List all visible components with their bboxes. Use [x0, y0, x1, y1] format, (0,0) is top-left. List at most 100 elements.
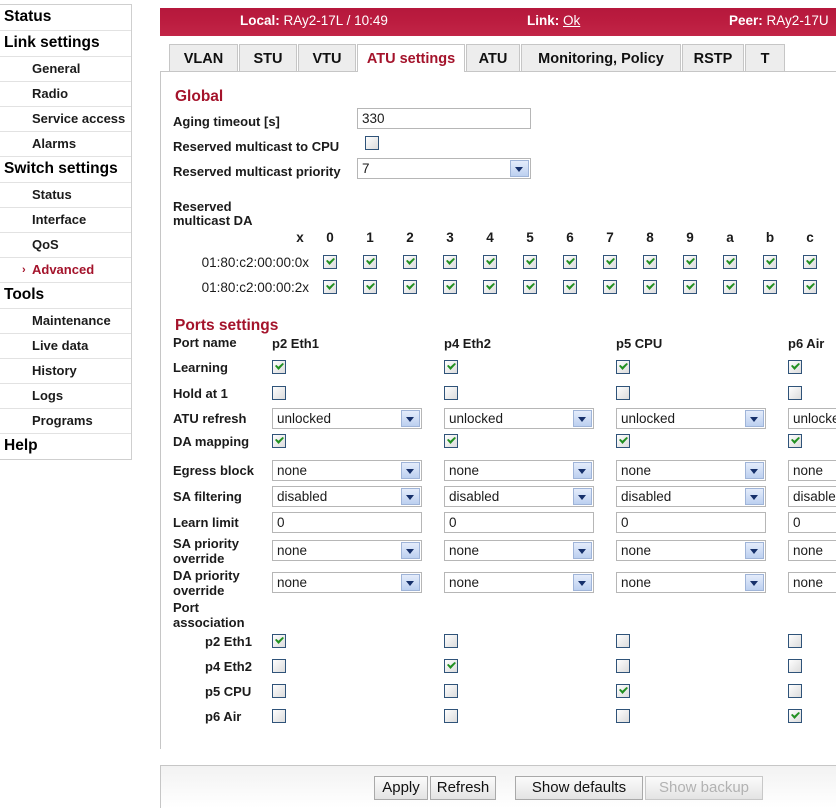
sidebar-item-history[interactable]: History — [0, 359, 131, 384]
link-status-value[interactable]: Ok — [563, 13, 580, 28]
sidebar-item-maintenance[interactable]: Maintenance — [0, 309, 131, 334]
tab-atu[interactable]: ATU — [466, 44, 520, 71]
port-association-checkbox-p5-cpu[interactable] — [616, 684, 630, 698]
da-checkbox[interactable] — [403, 255, 417, 269]
da-checkbox[interactable] — [363, 280, 377, 294]
da-checkbox[interactable] — [523, 255, 537, 269]
learn-limit-input-p2-eth1[interactable]: 0 — [272, 512, 422, 533]
learning-checkbox-p6-air[interactable] — [788, 360, 802, 374]
da-checkbox[interactable] — [643, 255, 657, 269]
egress-block-select-p5-cpu[interactable]: none — [616, 460, 766, 481]
reserved-multicast-cpu-checkbox[interactable] — [365, 136, 379, 150]
sidebar-item-live-data[interactable]: Live data — [0, 334, 131, 359]
sidebar-item-interface[interactable]: Interface — [0, 208, 131, 233]
sidebar-item-general[interactable]: General — [0, 57, 131, 82]
da-checkbox[interactable] — [603, 280, 617, 294]
da-mapping-checkbox-p4-eth2[interactable] — [444, 434, 458, 448]
da-checkbox[interactable] — [643, 280, 657, 294]
learn-limit-input-p6-air[interactable]: 0 — [788, 512, 836, 533]
hold-at-1-checkbox-p6-air[interactable] — [788, 386, 802, 400]
sidebar-item-switch-settings[interactable]: Switch settings — [0, 157, 131, 183]
sidebar-item-service-access[interactable]: Service access — [0, 107, 131, 132]
da-checkbox[interactable] — [323, 280, 337, 294]
port-association-checkbox-p2-eth1[interactable] — [272, 659, 286, 673]
sidebar-item-alarms[interactable]: Alarms — [0, 132, 131, 157]
da-checkbox[interactable] — [683, 255, 697, 269]
tab-vtu[interactable]: VTU — [298, 44, 356, 71]
hold-at-1-checkbox-p4-eth2[interactable] — [444, 386, 458, 400]
atu-refresh-select-p6-air[interactable]: unlocked — [788, 408, 836, 429]
da-checkbox[interactable] — [443, 280, 457, 294]
sidebar-item-programs[interactable]: Programs — [0, 409, 131, 434]
sidebar-item-advanced[interactable]: › Advanced — [0, 258, 131, 283]
atu-refresh-select-p4-eth2[interactable]: unlocked — [444, 408, 594, 429]
sa-filtering-select-p2-eth1[interactable]: disabled — [272, 486, 422, 507]
learn-limit-input-p5-cpu[interactable]: 0 — [616, 512, 766, 533]
da-checkbox[interactable] — [723, 255, 737, 269]
da-checkbox[interactable] — [403, 280, 417, 294]
da-checkbox[interactable] — [803, 255, 817, 269]
da-checkbox[interactable] — [443, 255, 457, 269]
tab-monitoring-policy[interactable]: Monitoring, Policy — [521, 44, 681, 71]
da-mapping-checkbox-p2-eth1[interactable] — [272, 434, 286, 448]
sa-priority-override-select-p6-air[interactable]: none — [788, 540, 836, 561]
da-priority-override-select-p6-air[interactable]: none — [788, 572, 836, 593]
da-checkbox[interactable] — [483, 280, 497, 294]
port-association-checkbox-p5-cpu[interactable] — [616, 709, 630, 723]
da-checkbox[interactable] — [723, 280, 737, 294]
da-checkbox[interactable] — [563, 280, 577, 294]
tab-t[interactable]: T — [745, 44, 785, 71]
egress-block-select-p2-eth1[interactable]: none — [272, 460, 422, 481]
sidebar-item-link-settings[interactable]: Link settings — [0, 31, 131, 57]
da-checkbox[interactable] — [803, 280, 817, 294]
sidebar-item-radio[interactable]: Radio — [0, 82, 131, 107]
port-association-checkbox-p5-cpu[interactable] — [616, 659, 630, 673]
port-association-checkbox-p4-eth2[interactable] — [444, 709, 458, 723]
da-checkbox[interactable] — [763, 255, 777, 269]
tab-stu[interactable]: STU — [239, 44, 297, 71]
learn-limit-input-p4-eth2[interactable]: 0 — [444, 512, 594, 533]
da-checkbox[interactable] — [603, 255, 617, 269]
sidebar-item-logs[interactable]: Logs — [0, 384, 131, 409]
da-priority-override-select-p5-cpu[interactable]: none — [616, 572, 766, 593]
aging-timeout-input[interactable]: 330 — [357, 108, 531, 129]
learning-checkbox-p4-eth2[interactable] — [444, 360, 458, 374]
sa-filtering-select-p4-eth2[interactable]: disabled — [444, 486, 594, 507]
port-association-checkbox-p2-eth1[interactable] — [272, 634, 286, 648]
port-association-checkbox-p4-eth2[interactable] — [444, 684, 458, 698]
port-association-checkbox-p6-air[interactable] — [788, 634, 802, 648]
da-checkbox[interactable] — [523, 280, 537, 294]
hold-at-1-checkbox-p5-cpu[interactable] — [616, 386, 630, 400]
da-checkbox[interactable] — [323, 255, 337, 269]
learning-checkbox-p2-eth1[interactable] — [272, 360, 286, 374]
da-mapping-checkbox-p5-cpu[interactable] — [616, 434, 630, 448]
da-priority-override-select-p4-eth2[interactable]: none — [444, 572, 594, 593]
sidebar-item-status[interactable]: Status — [0, 5, 131, 31]
port-association-checkbox-p4-eth2[interactable] — [444, 634, 458, 648]
port-association-checkbox-p2-eth1[interactable] — [272, 709, 286, 723]
hold-at-1-checkbox-p2-eth1[interactable] — [272, 386, 286, 400]
da-checkbox[interactable] — [683, 280, 697, 294]
reserved-multicast-priority-select[interactable]: 7 — [357, 158, 531, 179]
tab-rstp[interactable]: RSTP — [682, 44, 744, 71]
sidebar-item-qos[interactable]: QoS — [0, 233, 131, 258]
da-mapping-checkbox-p6-air[interactable] — [788, 434, 802, 448]
port-association-checkbox-p4-eth2[interactable] — [444, 659, 458, 673]
egress-block-select-p4-eth2[interactable]: none — [444, 460, 594, 481]
apply-button[interactable]: Apply — [374, 776, 428, 800]
port-association-checkbox-p6-air[interactable] — [788, 659, 802, 673]
port-association-checkbox-p2-eth1[interactable] — [272, 684, 286, 698]
sidebar-item-help[interactable]: Help — [0, 434, 131, 459]
sidebar-item-status[interactable]: Status — [0, 183, 131, 208]
show-defaults-button[interactable]: Show defaults — [515, 776, 643, 800]
tab-vlan[interactable]: VLAN — [169, 44, 238, 71]
sa-filtering-select-p5-cpu[interactable]: disabled — [616, 486, 766, 507]
sa-filtering-select-p6-air[interactable]: disabled — [788, 486, 836, 507]
atu-refresh-select-p5-cpu[interactable]: unlocked — [616, 408, 766, 429]
da-checkbox[interactable] — [363, 255, 377, 269]
egress-block-select-p6-air[interactable]: none — [788, 460, 836, 481]
sa-priority-override-select-p5-cpu[interactable]: none — [616, 540, 766, 561]
da-priority-override-select-p2-eth1[interactable]: none — [272, 572, 422, 593]
atu-refresh-select-p2-eth1[interactable]: unlocked — [272, 408, 422, 429]
tab-atu-settings[interactable]: ATU settings — [357, 44, 465, 72]
